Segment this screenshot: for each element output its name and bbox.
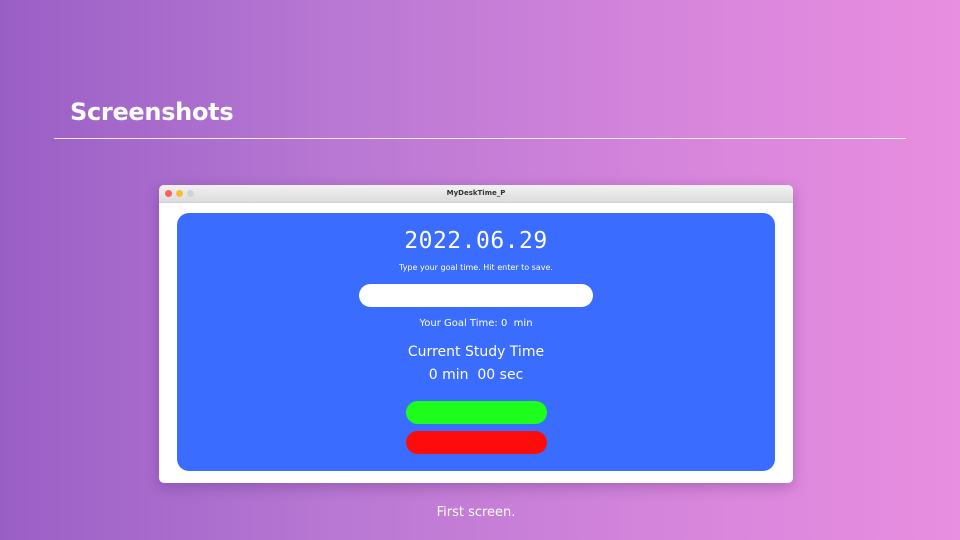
minimize-window-icon[interactable]: [176, 190, 183, 197]
zoom-window-icon[interactable]: [187, 190, 194, 197]
screenshot-caption: First screen.: [436, 505, 516, 520]
study-time-heading: Current Study Time: [407, 344, 545, 360]
goal-time-label: Your Goal Time: 0 min: [419, 318, 533, 329]
goal-instruction: Type your goal time. Hit enter to save.: [399, 263, 553, 272]
window-title: MyDeskTime_P: [446, 189, 506, 197]
study-time-counter: 0 min 00 sec: [428, 367, 524, 383]
close-window-icon[interactable]: [165, 190, 172, 197]
app-window: MyDeskTime_P 2022.06.29 Type your goal t…: [159, 185, 793, 483]
slide-title: Screenshots: [70, 98, 234, 126]
stop-button[interactable]: [406, 431, 547, 454]
goal-time-input[interactable]: [359, 284, 593, 307]
window-titlebar[interactable]: MyDeskTime_P: [159, 185, 793, 203]
title-divider: [54, 138, 906, 139]
start-button[interactable]: [406, 401, 547, 424]
app-panel: 2022.06.29 Type your goal time. Hit ente…: [177, 213, 775, 471]
date-display: 2022.06.29: [404, 228, 548, 254]
